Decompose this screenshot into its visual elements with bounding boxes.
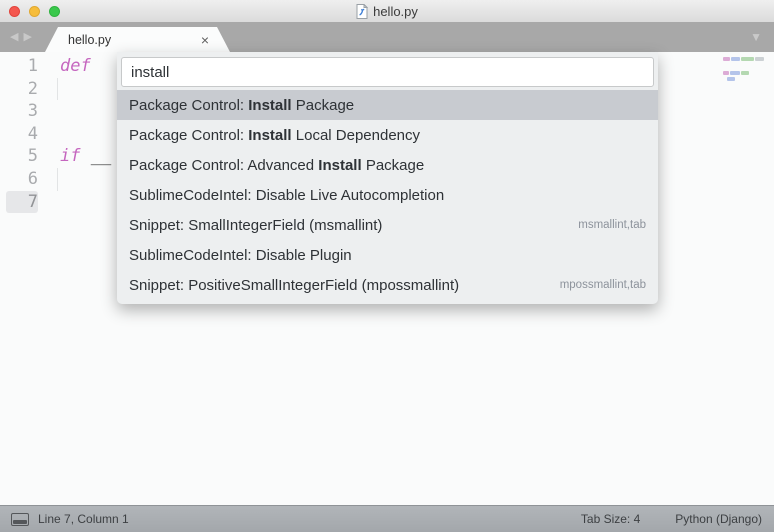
- tab-nav: ◀ ▶: [10, 22, 32, 52]
- zoom-window-button[interactable]: [49, 6, 60, 17]
- tab-label: hello.py: [68, 33, 111, 47]
- code-text: [38, 191, 60, 214]
- tab-hello-py[interactable]: hello.py ×: [45, 27, 230, 52]
- traffic-lights: [9, 0, 60, 22]
- tab-bar: ◀ ▶ hello.py × ▼: [0, 22, 774, 52]
- status-bar: Line 7, Column 1 Tab Size: 4 Python (Dja…: [0, 505, 774, 532]
- panel-toggle-icon[interactable]: [11, 513, 29, 526]
- line-number: 1: [6, 55, 38, 78]
- nav-back-icon[interactable]: ◀: [10, 32, 18, 43]
- tab-overflow-icon[interactable]: ▼: [750, 31, 762, 43]
- palette-item-label: Snippet: SmallIntegerField (msmallint): [129, 217, 382, 234]
- nav-forward-icon[interactable]: ▶: [23, 32, 31, 43]
- cursor-position[interactable]: Line 7, Column 1: [38, 512, 129, 526]
- line-number: 3: [6, 100, 38, 123]
- minimize-window-button[interactable]: [29, 6, 40, 17]
- palette-item-annotation: mpossmallint,tab: [560, 279, 646, 291]
- titlebar: hello.py: [0, 0, 774, 23]
- sublime-window: hello.py ◀ ▶ hello.py × ▼ 1def 2345if __…: [0, 0, 774, 532]
- tab-close-icon[interactable]: ×: [201, 33, 209, 47]
- code-text: def: [38, 55, 101, 78]
- tab-size-indicator[interactable]: Tab Size: 4: [581, 512, 640, 526]
- code-text: [38, 100, 60, 123]
- palette-item[interactable]: Snippet: PositiveSmallIntegerField (mpos…: [117, 270, 658, 300]
- palette-item-label: Package Control: Install Local Dependenc…: [129, 127, 420, 144]
- palette-item-label: SublimeCodeIntel: Disable Live Autocompl…: [129, 187, 444, 204]
- indent-guide: [57, 168, 58, 191]
- palette-search-input[interactable]: [121, 57, 654, 87]
- palette-item[interactable]: Package Control: Advanced Install Packag…: [117, 150, 658, 180]
- line-number: 4: [6, 123, 38, 146]
- command-palette: Package Control: Install Package Package …: [117, 52, 658, 304]
- window-title: hello.py: [373, 4, 418, 19]
- syntax-indicator[interactable]: Python (Django): [675, 512, 762, 526]
- status-right: Tab Size: 4 Python (Django): [581, 512, 774, 526]
- minimap[interactable]: [709, 55, 769, 99]
- window-title-wrap: hello.py: [356, 4, 418, 19]
- file-icon: [356, 4, 368, 19]
- line-number: 6: [6, 168, 38, 191]
- palette-item[interactable]: SublimeCodeIntel: Disable Live Autocompl…: [117, 180, 658, 210]
- close-window-button[interactable]: [9, 6, 20, 17]
- palette-item-label: Snippet: PositiveSmallIntegerField (mpos…: [129, 277, 459, 294]
- palette-item[interactable]: SublimeCodeIntel: Disable Plugin: [117, 240, 658, 270]
- code-text: [38, 123, 60, 146]
- palette-item-label: SublimeCodeIntel: Disable Plugin: [129, 247, 352, 264]
- palette-item-label: Package Control: Advanced Install Packag…: [129, 157, 424, 174]
- line-number: 7: [6, 191, 38, 214]
- palette-item[interactable]: Package Control: Install Package: [117, 90, 658, 120]
- palette-item[interactable]: Snippet: SmallIntegerField (msmallint) ms…: [117, 210, 658, 240]
- palette-list: Package Control: Install Package Package …: [117, 90, 658, 300]
- palette-item-label: Package Control: Install Package: [129, 97, 354, 114]
- line-number: 2: [6, 78, 38, 101]
- code-text: if __: [38, 145, 111, 168]
- indent-guide: [57, 78, 58, 101]
- line-number: 5: [6, 145, 38, 168]
- palette-item-annotation: msmallint,tab: [578, 219, 646, 231]
- palette-item[interactable]: Package Control: Install Local Dependenc…: [117, 120, 658, 150]
